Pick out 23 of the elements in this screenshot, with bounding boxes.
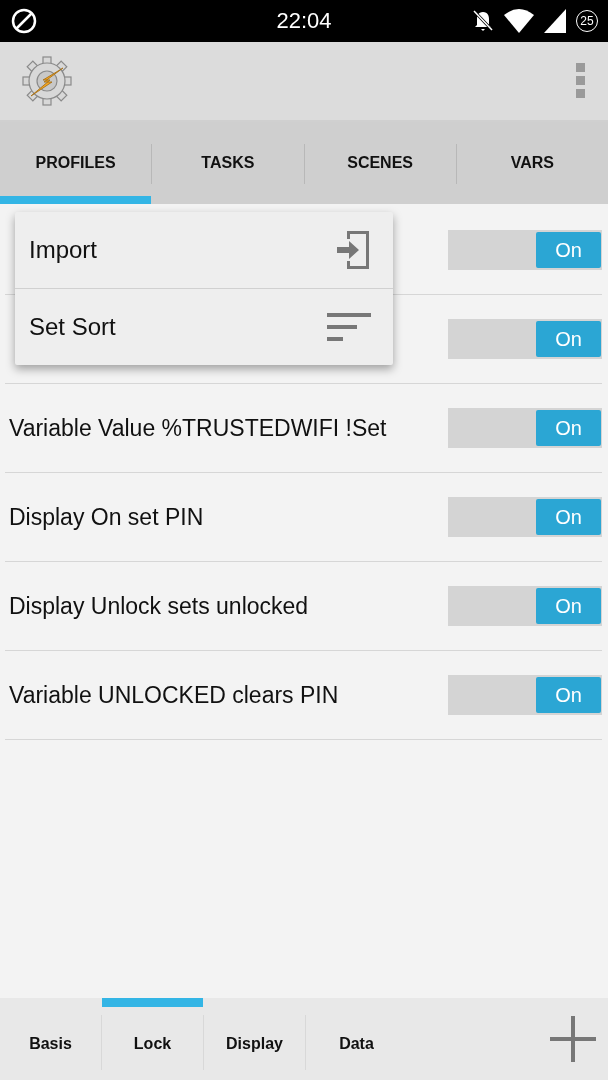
section-tab[interactable]: SCENES — [304, 122, 456, 204]
profile-name[interactable]: Variable Value %TRUSTEDWIFI !Set — [9, 414, 387, 442]
section-tab[interactable]: TASKS — [152, 122, 304, 204]
muted-bell-icon — [472, 9, 494, 33]
profile-name[interactable]: Variable UNLOCKED clears PIN — [9, 681, 339, 709]
blocked-icon — [10, 7, 38, 35]
project-tab[interactable]: Basis — [0, 998, 101, 1080]
project-tab[interactable]: Data — [306, 998, 407, 1080]
overflow-menu-icon[interactable] — [576, 63, 586, 99]
gear-lightning-logo — [22, 56, 72, 106]
sort-icon — [327, 313, 371, 341]
menu-item[interactable]: Import — [15, 212, 393, 288]
profile-name[interactable]: Display Unlock sets unlocked — [9, 592, 309, 620]
profile-name[interactable]: Display On set PIN — [9, 503, 204, 531]
section-tab[interactable]: VARS — [456, 122, 608, 204]
menu-item[interactable]: Set Sort — [15, 288, 393, 365]
project-tab[interactable]: Lock — [102, 998, 203, 1080]
wifi-icon — [504, 9, 534, 33]
clock-time: 22:04 — [276, 8, 332, 34]
signal-icon — [544, 9, 566, 33]
add-icon[interactable] — [550, 1016, 596, 1062]
project-tab[interactable]: Display — [204, 998, 305, 1080]
import-icon — [335, 229, 371, 271]
